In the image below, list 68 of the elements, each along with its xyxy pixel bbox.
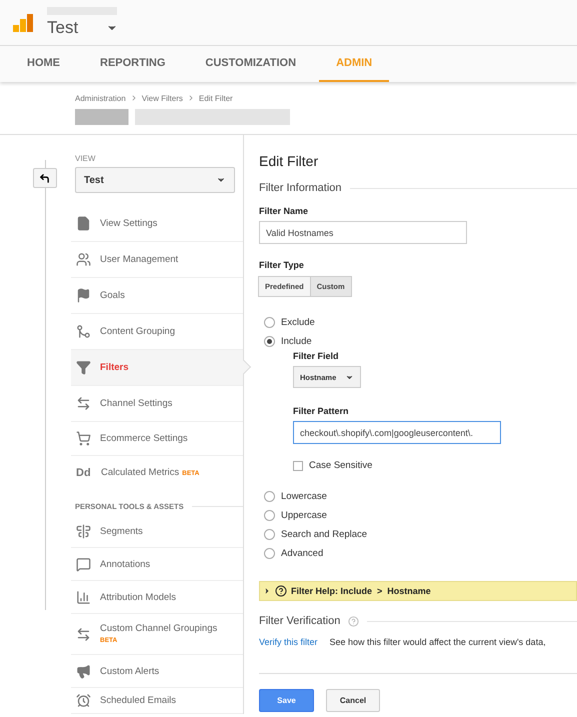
filter-icon <box>76 360 91 375</box>
nav-tab[interactable]: HOME <box>10 46 77 82</box>
breadcrumb-link[interactable]: Edit Filter <box>198 94 233 103</box>
help-text: Filter Help: Include > Hostname <box>291 586 431 596</box>
verify-link[interactable]: Verify this filter <box>259 637 318 647</box>
filter-pattern-field[interactable]: checkout\.shopify\.com|googleusercontent\. <box>293 421 501 444</box>
logo-icon <box>13 14 33 32</box>
sidebar-item[interactable]: Annotations <box>71 548 243 581</box>
checkbox[interactable] <box>293 460 303 470</box>
breadcrumb-link[interactable]: Administration <box>75 94 126 103</box>
back-button[interactable] <box>32 168 56 188</box>
flag-icon <box>76 288 91 303</box>
metrics-icon: Dd <box>76 466 92 478</box>
radio-button[interactable] <box>264 510 275 521</box>
nav-tab[interactable]: REPORTING <box>83 46 182 82</box>
arrows-icon <box>76 626 91 642</box>
back-arrow-icon <box>39 172 50 184</box>
sidebar-item[interactable]: User Management <box>71 242 243 278</box>
radio-label: Advanced <box>281 548 324 559</box>
sidebar-item[interactable]: Custom Alerts <box>71 655 243 688</box>
help-icon[interactable] <box>348 616 360 626</box>
radio-button[interactable] <box>264 548 275 559</box>
field-label: Filter Name <box>259 206 310 216</box>
radio-button[interactable] <box>264 529 275 540</box>
checkbox-label: Case Sensitive <box>309 460 372 471</box>
field-label: Filter Field <box>293 351 340 361</box>
radio-button[interactable] <box>264 336 275 347</box>
section-title: Filter Verification <box>259 615 340 627</box>
field-label: Filter Pattern <box>293 406 350 416</box>
sidebar-item[interactable]: Ecommerce Settings <box>71 422 243 456</box>
save-button[interactable]: Save <box>259 689 314 712</box>
sidebar-item[interactable]: Attribution Models <box>71 581 243 614</box>
megaphone-icon <box>76 664 91 678</box>
view-label: VIEW <box>74 153 96 163</box>
comment-icon <box>76 556 91 572</box>
nav-tab[interactable]: CUSTOMIZATION <box>188 46 314 82</box>
people-icon <box>76 252 91 267</box>
arrows-icon <box>76 396 91 411</box>
radio-label: Uppercase <box>281 510 327 521</box>
columns-icon <box>76 524 91 538</box>
radio-button[interactable] <box>264 491 275 502</box>
property-selector[interactable]: Test <box>47 18 118 38</box>
filter-help-bar[interactable]: Filter Help: Include > Hostname <box>259 581 577 601</box>
radio-button[interactable] <box>264 317 275 328</box>
verify-description: See how this filter would affect the current view's data, <box>330 637 546 647</box>
breadcrumb-link[interactable]: View Filters <box>142 94 183 103</box>
document-icon <box>76 216 91 231</box>
radio-label: Lowercase <box>281 491 327 502</box>
filter-name-field[interactable]: Valid Hostnames <box>259 221 467 244</box>
sidebar-item[interactable]: Scheduled Emails <box>71 688 243 714</box>
view-select[interactable]: Test <box>75 167 235 193</box>
page-title: Edit Filter <box>259 153 320 169</box>
merge-icon <box>76 324 91 339</box>
section-title: Filter Information <box>259 182 342 194</box>
alarm-clock-icon <box>76 693 91 708</box>
cart-icon <box>76 431 91 446</box>
expand-icon <box>263 587 271 595</box>
bar-chart-icon <box>76 590 91 604</box>
sidebar-item[interactable]: Goals <box>71 278 243 314</box>
field-label: Filter Type <box>259 260 305 270</box>
help-icon <box>275 585 287 597</box>
sidebar-item[interactable]: Segments <box>71 515 243 548</box>
radio-label: Exclude <box>281 317 315 328</box>
sidebar-item[interactable]: View Settings <box>71 206 243 242</box>
radio-label: Search and Replace <box>281 529 368 540</box>
radio-label: Include <box>281 336 312 347</box>
sidebar-item[interactable]: Channel Settings <box>71 386 243 422</box>
cancel-button[interactable]: Cancel <box>326 689 380 712</box>
